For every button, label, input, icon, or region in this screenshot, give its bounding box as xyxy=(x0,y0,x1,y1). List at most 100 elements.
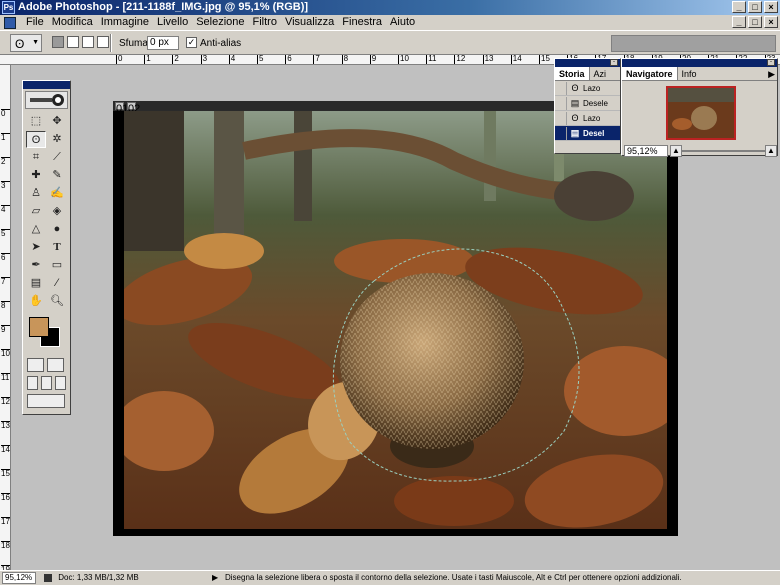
tool-preset-picker[interactable]: ʘ ▼ xyxy=(10,34,42,52)
paint-bucket-tool-icon[interactable]: ◈ xyxy=(47,203,67,220)
dodge-tool-icon[interactable]: ● xyxy=(47,221,67,238)
blur-tool-icon[interactable]: △ xyxy=(26,221,46,238)
marquee-tool-icon[interactable]: ⬚ xyxy=(26,113,46,130)
menu-immagine[interactable]: Immagine xyxy=(97,15,153,30)
pen-tool-icon[interactable]: ✒ xyxy=(26,257,46,274)
close-button[interactable]: × xyxy=(764,1,778,13)
lasso-icon: ʘ xyxy=(15,37,25,51)
crop-tool-icon[interactable]: ⌗ xyxy=(26,149,46,166)
history-palette-tabs: Storia Azi xyxy=(555,67,620,81)
history-brush-tool-icon[interactable]: ✍ xyxy=(47,185,67,202)
document-window-controls: _ □ × xyxy=(732,16,778,28)
new-selection-button[interactable] xyxy=(52,36,64,48)
menu-aiuto[interactable]: Aiuto xyxy=(386,15,419,30)
zoom-out-icon[interactable]: ▲ xyxy=(670,145,682,157)
palette-minimize-button[interactable]: - xyxy=(610,59,618,66)
eraser-tool-icon[interactable]: ▱ xyxy=(26,203,46,220)
ruler-tick-label: 8 xyxy=(1,301,10,310)
document-window: 01 02 xyxy=(113,101,678,536)
options-bar: ʘ ▼ Sfuma: 0 px ✓ Anti-alias xyxy=(0,30,780,55)
magic-wand-tool-icon[interactable]: ✲ xyxy=(47,131,67,148)
intersect-selection-button[interactable] xyxy=(97,36,109,48)
canvas-image[interactable] xyxy=(124,111,667,529)
status-zoom-field[interactable]: 95,12% xyxy=(2,572,36,584)
toolbox-title-bar[interactable] xyxy=(23,81,70,89)
screen-mode-full-menu-button[interactable] xyxy=(41,376,52,390)
standard-mode-button[interactable] xyxy=(27,358,44,372)
window-controls: _ □ × xyxy=(732,1,778,13)
ruler-tick-label: 3 xyxy=(1,181,10,190)
tab-azioni[interactable]: Azi xyxy=(590,67,611,80)
healing-brush-tool-icon[interactable]: ✚ xyxy=(26,167,46,184)
menu-selezione[interactable]: Selezione xyxy=(192,15,248,30)
foreground-color-swatch[interactable] xyxy=(29,317,49,337)
minimize-button[interactable]: _ xyxy=(732,1,746,13)
menu-filtro[interactable]: Filtro xyxy=(249,15,281,30)
doc-restore-button[interactable]: □ xyxy=(748,16,762,28)
quick-mask-button[interactable] xyxy=(47,358,64,372)
document-icon: ▤ xyxy=(570,127,580,138)
ruler-tick-label: 4 xyxy=(228,55,236,64)
path-selection-tool-icon[interactable]: ➤ xyxy=(26,239,46,256)
history-item[interactable]: ʘ Lazo xyxy=(555,111,620,126)
menu-visualizza[interactable]: Visualizza xyxy=(281,15,338,30)
screen-mode-standard-button[interactable] xyxy=(27,376,38,390)
palette-well[interactable] xyxy=(611,35,776,52)
adobe-online-button[interactable] xyxy=(25,91,68,109)
vertical-ruler[interactable]: 01234567891011121314151617181920 xyxy=(0,65,11,570)
doc-close-button[interactable]: × xyxy=(764,16,778,28)
palette-minimize-button[interactable]: - xyxy=(767,59,775,66)
history-item[interactable]: ʘ Lazo xyxy=(555,81,620,96)
ruler-tick-label: 1 xyxy=(144,55,151,64)
add-selection-button[interactable] xyxy=(67,36,79,48)
document-system-icon[interactable] xyxy=(4,16,16,29)
chevron-down-icon: ▼ xyxy=(32,39,39,46)
history-palette: - Storia Azi ʘ Lazo ▤ Desele ʘ Lazo ▤ De… xyxy=(554,58,621,154)
menu-finestra[interactable]: Finestra xyxy=(338,15,386,30)
eyedropper-tool-icon[interactable]: ⁄ xyxy=(47,275,67,292)
navigator-palette-title-bar[interactable]: - xyxy=(622,59,777,67)
lasso-tool-icon[interactable]: ʘ xyxy=(26,131,46,148)
photoshop-app-icon[interactable]: Ps xyxy=(2,1,15,14)
history-item[interactable]: ▤ Desele xyxy=(555,96,620,111)
imageready-button[interactable] xyxy=(27,394,65,408)
brush-tool-icon[interactable]: ✎ xyxy=(47,167,67,184)
rectangle-tool-icon[interactable]: ▭ xyxy=(47,257,67,274)
history-palette-title-bar[interactable]: - xyxy=(555,59,620,67)
zoom-in-icon[interactable]: ▲ xyxy=(765,145,777,157)
type-tool-icon[interactable]: T xyxy=(47,239,67,256)
history-item-selected[interactable]: ▤ Desel xyxy=(555,126,620,141)
clone-stamp-tool-icon[interactable]: ♙ xyxy=(26,185,46,202)
history-source-checkbox[interactable] xyxy=(555,111,567,125)
ruler-tick-label: 6 xyxy=(285,55,292,64)
feather-input[interactable]: 0 px xyxy=(147,36,179,50)
palette-menu-icon[interactable]: ▶ xyxy=(768,67,775,80)
slice-tool-icon[interactable]: ⟋ xyxy=(47,149,67,166)
zoom-tool-icon[interactable]: 🔍︎ xyxy=(47,293,67,310)
status-menu-arrow-icon[interactable]: ▶ xyxy=(212,571,218,585)
history-source-checkbox[interactable] xyxy=(555,126,567,140)
doc-icon-2[interactable]: 02 xyxy=(127,102,140,115)
subtract-selection-button[interactable] xyxy=(82,36,94,48)
move-tool-icon[interactable]: ✥ xyxy=(47,113,67,130)
maximize-button[interactable]: □ xyxy=(748,1,762,13)
menu-file[interactable]: File xyxy=(22,15,48,30)
notes-tool-icon[interactable]: ▤ xyxy=(26,275,46,292)
navigator-thumbnail[interactable] xyxy=(666,86,736,140)
menu-modifica[interactable]: Modifica xyxy=(48,15,97,30)
antialias-checkbox[interactable]: ✓ xyxy=(186,37,197,48)
tab-navigatore[interactable]: Navigatore xyxy=(622,67,678,80)
screen-mode-full-button[interactable] xyxy=(55,376,66,390)
navigator-zoom-field[interactable]: 95,12% xyxy=(624,145,668,157)
ruler-tick-label: 13 xyxy=(1,421,10,430)
tab-info[interactable]: Info xyxy=(678,67,701,80)
menu-livello[interactable]: Livello xyxy=(153,15,192,30)
history-source-checkbox[interactable] xyxy=(555,81,567,95)
document-size-info[interactable]: Doc: 1,33 MB/1,32 MB xyxy=(44,571,139,585)
history-source-checkbox[interactable] xyxy=(555,96,567,110)
hand-tool-icon[interactable]: ✋ xyxy=(26,293,46,310)
tab-storia[interactable]: Storia xyxy=(555,67,590,80)
doc-icon-1[interactable]: 01 xyxy=(115,102,128,115)
navigator-zoom-slider[interactable] xyxy=(682,150,766,152)
doc-minimize-button[interactable]: _ xyxy=(732,16,746,28)
